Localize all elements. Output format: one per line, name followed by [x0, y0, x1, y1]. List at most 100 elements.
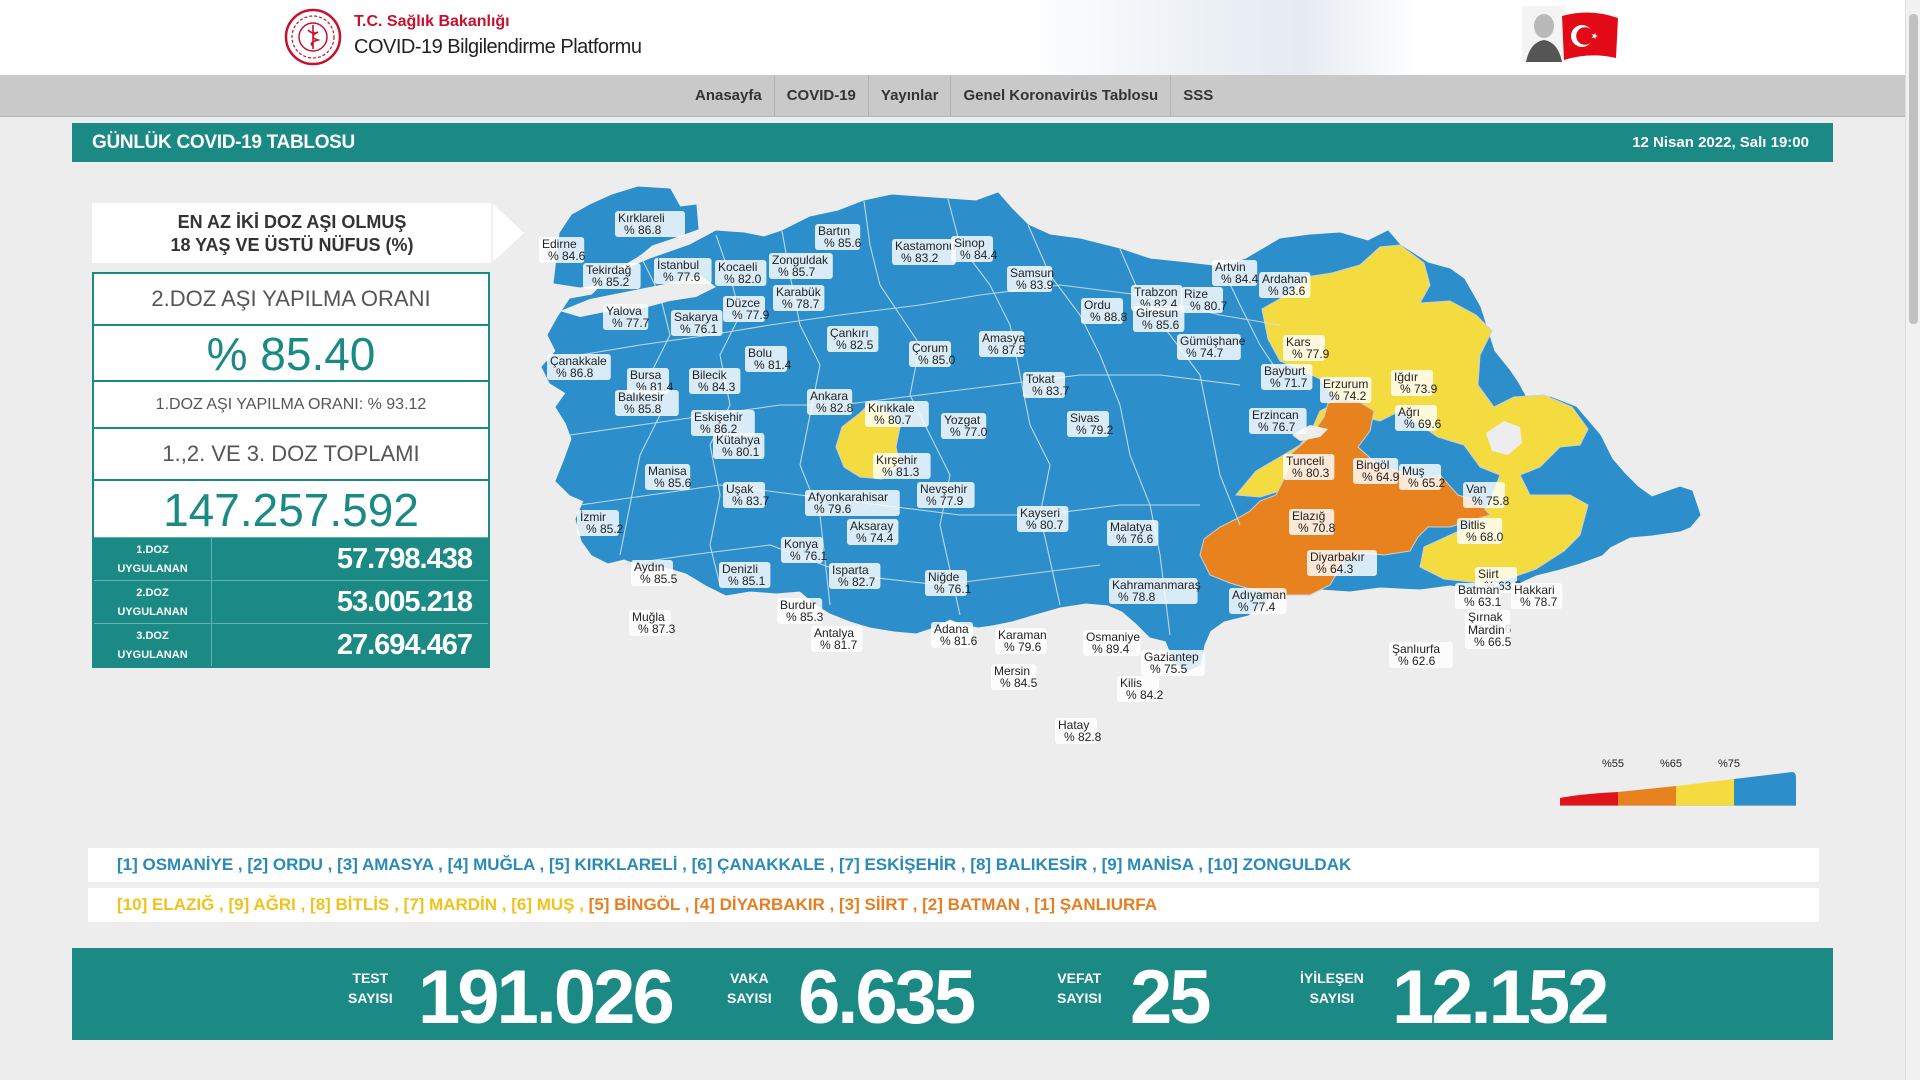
province-label: Ankara% 82.8 [807, 389, 854, 415]
province-value: % 85.6 [824, 236, 862, 250]
province-value: % 77.4 [1238, 600, 1276, 614]
province-label: Mersin% 84.5 [991, 664, 1038, 690]
dose2-rate-label: 2.DOZ AŞI YAPILMA ORANI [94, 274, 488, 326]
rank-separator: , [677, 855, 692, 874]
dose2-rate-value: % 85.40 [94, 326, 488, 382]
province-label: Tekirdağ% 85.2 [583, 263, 641, 289]
rank-province: ELAZIĞ [151, 895, 215, 914]
rank-number: [3] [839, 895, 865, 914]
banner-illustration [1020, 0, 1420, 75]
rank-number: [7] [403, 895, 430, 914]
province-value: % 86.8 [556, 366, 594, 380]
page-scrollbar[interactable] [1905, 0, 1920, 1080]
province-value: % 85.5 [640, 572, 678, 586]
province-value: % 82.8 [1064, 730, 1102, 744]
province-value: % 85.6 [1142, 318, 1180, 332]
province-label: Düzce% 77.9 [723, 296, 770, 322]
ministry-logo-icon[interactable] [284, 8, 342, 66]
province-label: Nevşehir% 77.9 [917, 482, 975, 508]
province-value: % 83.6 [1268, 284, 1306, 298]
province-label: Çankırı% 82.5 [827, 326, 879, 352]
province-value: % 75.8 [1472, 494, 1510, 508]
province-label: Manisa% 85.6 [645, 464, 692, 490]
rank-province: MARDİN [429, 895, 498, 914]
rank-entry: [10] ZONGULDAK [1208, 855, 1352, 874]
province-value: % 82.5 [836, 338, 874, 352]
rank-separator: , [322, 855, 338, 874]
province-value: % 85.2 [592, 275, 630, 289]
province-label: Kocaeli% 82.0 [715, 260, 767, 286]
province-value: % 74.4 [856, 531, 894, 545]
rank-separator: , [233, 855, 248, 874]
province-value: % 63.1 [1464, 595, 1502, 609]
rank-number: [9] [228, 895, 254, 914]
province-value: % 77.7 [612, 316, 650, 330]
province-value: % 78.7 [1520, 595, 1558, 609]
dose-row: 3.DOZ UYGULANAN 27.694.467 [94, 623, 488, 666]
report-date: 12 Nisan 2022, Salı 19:00 [1632, 134, 1809, 151]
nav-genel-tablo[interactable]: Genel Koronavirüs Tablosu [951, 75, 1172, 117]
nav-anasayfa[interactable]: Anasayfa [683, 75, 775, 117]
dose-row-label: 3.DOZ UYGULANAN [94, 624, 212, 666]
rank-province: BİNGÖL [614, 895, 680, 914]
rank-entry: [3] SİİRT [839, 895, 908, 914]
legend-tick: %55 [1602, 758, 1625, 770]
province-value: % 83.7 [732, 494, 770, 508]
rank-province: DİYARBAKIR [719, 895, 825, 914]
rank-province: OSMANİYE [142, 855, 234, 874]
province-value: % 84.4 [1221, 272, 1259, 286]
dose-breakdown: 1.DOZ UYGULANAN 57.798.438 2.DOZ UYGULANAN… [94, 537, 488, 666]
map-legend: %55 %65 %75 [1560, 758, 1800, 808]
case-label: VAKA SAYISI [727, 970, 772, 1006]
main-nav: Anasayfa COVID-19 Yayınlar Genel Koronav… [0, 75, 1905, 117]
rank-province: MUĞLA [473, 855, 535, 874]
province-label: Kahramanmaraş% 78.8 [1109, 578, 1201, 604]
province-label: Niğde% 76.1 [925, 570, 972, 596]
province-label: Aydın% 85.5 [631, 560, 678, 586]
nav-yayinlar[interactable]: Yayınlar [869, 75, 952, 117]
province-label: Hakkari% 78.7 [1511, 583, 1563, 609]
province-label: Diyarbakır% 64.3 [1307, 550, 1377, 576]
province-label: Zonguldak% 85.7 [769, 253, 833, 279]
nav-covid19[interactable]: COVID-19 [775, 75, 869, 117]
province-label: Aksaray% 74.4 [847, 519, 899, 545]
province-label: Ağrı% 69.6 [1395, 405, 1442, 431]
province-label: Kütahya% 80.1 [713, 433, 765, 459]
rank-province: AĞRI [253, 895, 296, 914]
nav-sss[interactable]: SSS [1171, 75, 1225, 117]
province-value: % 83.7 [1032, 384, 1070, 398]
scrollbar-thumb[interactable] [1909, 14, 1918, 324]
province-value: % 71.7 [1270, 376, 1308, 390]
top10-worst-list: [10] ELAZIĞ , [9] AĞRI , [8] BİTLİS , [7… [88, 888, 1819, 922]
province-value: % 84.2 [1126, 688, 1164, 702]
province-label: Malatya% 76.6 [1107, 520, 1159, 546]
rank-number: [7] [838, 855, 865, 874]
province-label: Kırıkkale% 80.7 [865, 401, 929, 427]
province-value: % 76.6 [1116, 532, 1154, 546]
rank-number: [2] [922, 895, 948, 914]
province-value: % 64.9 [1362, 470, 1400, 484]
province-label: Konya% 76.1 [781, 537, 828, 563]
province-label: Van% 75.8 [1463, 482, 1510, 508]
province-label: Sivas% 79.2 [1067, 411, 1114, 437]
province-value: % 74.7 [1186, 346, 1224, 360]
legend-blue [1734, 772, 1796, 806]
province-label: Denizli% 85.1 [719, 562, 771, 588]
province-label: Erzincan% 76.7 [1249, 408, 1307, 434]
province-label: Bingöl% 64.9 [1353, 458, 1400, 484]
province-label: Kırklareli% 86.8 [615, 211, 685, 237]
rank-separator: , [1193, 855, 1208, 874]
rank-province: ÇANAKKALE [717, 855, 825, 874]
rank-province: BALIKESİR [995, 855, 1088, 874]
province-label: Iğdır% 73.9 [1391, 370, 1438, 396]
province-label: Giresun% 85.6 [1133, 306, 1185, 332]
turkey-vaccination-map[interactable]: Kırklareli% 86.8 Edirne% 84.6Tekirdağ% 85… [520, 175, 1840, 795]
province-value: % 76.1 [934, 582, 972, 596]
province-value: % 74.2 [1329, 389, 1367, 403]
rank-number: [10] [117, 895, 152, 914]
province-label: Muğla% 87.3 [629, 610, 676, 636]
rank-number: [10] [1207, 855, 1243, 874]
province-value: % 85.6 [654, 476, 692, 490]
vaccination-heading-line2: 18 YAŞ VE ÜSTÜ NÜFUS (%) [170, 235, 414, 255]
province-value: % 76.7 [1258, 420, 1296, 434]
